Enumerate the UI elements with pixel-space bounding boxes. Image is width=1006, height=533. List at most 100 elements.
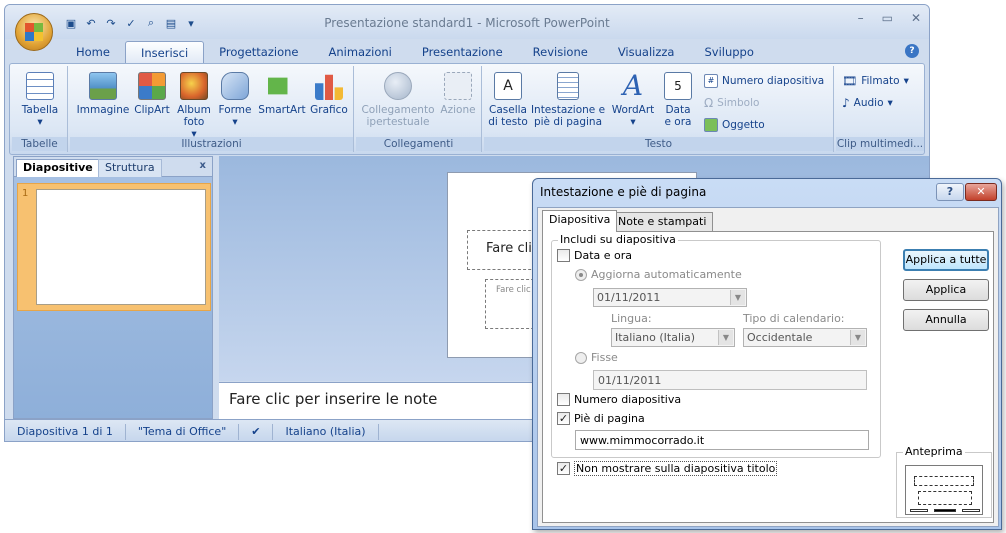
non-mostrare-label: Non mostrare sulla diapositiva titolo — [574, 461, 778, 476]
audio-button[interactable]: ♪ Audio ▾ — [842, 96, 893, 110]
pane-close-icon[interactable]: x — [200, 160, 206, 171]
tabella-label: Tabella — [21, 104, 59, 116]
clipart-label: ClipArt — [134, 104, 170, 116]
slide-thumbnail[interactable] — [36, 189, 206, 305]
object-icon — [704, 118, 718, 132]
calendario-dropdown[interactable]: Occidentale ▼ — [743, 328, 867, 347]
footer-text-field[interactable]: www.mimmocorrado.it — [575, 430, 869, 450]
lingua-dropdown[interactable]: Italiano (Italia) ▼ — [611, 328, 735, 347]
annulla-button[interactable]: Annulla — [903, 309, 989, 331]
tab-diapositiva[interactable]: Diapositiva — [542, 210, 618, 232]
preview-title-placeholder — [914, 476, 974, 486]
wordart-button[interactable]: A WordArt ▾ — [608, 72, 658, 129]
radio-button-selected — [575, 268, 587, 281]
dialog-close-button[interactable]: ✕ — [965, 183, 997, 201]
data-ora-button[interactable]: 5 Data e ora — [660, 72, 696, 128]
preview-footer — [934, 509, 956, 512]
album-foto-button[interactable]: Album foto ▾ — [174, 72, 214, 140]
minimize-button[interactable]: – — [858, 11, 864, 25]
chevron-down-icon: ▼ — [850, 330, 865, 345]
slide-number-icon: # — [704, 74, 718, 88]
office-logo-icon — [25, 23, 43, 41]
fisse-label: Fisse — [591, 351, 618, 364]
slide-thumbnail-item[interactable]: 1 — [17, 183, 211, 311]
casella-testo-button[interactable]: A Casella di testo — [488, 72, 528, 128]
simbolo-label: Simbolo — [717, 97, 760, 109]
date-fixed-field[interactable]: 01/11/2011 — [593, 370, 867, 390]
group-label-collegamenti: Collegamenti — [356, 137, 481, 151]
wordart-label: WordArt — [611, 104, 655, 116]
filmato-button[interactable]: 🎞 Filmato ▾ — [842, 74, 909, 88]
filmato-label: Filmato — [861, 75, 900, 87]
spell-check-icon[interactable]: ✔ — [239, 423, 274, 440]
group-collegamenti: Collegamento ipertestuale Azione Collega… — [356, 66, 482, 152]
maximize-button[interactable]: ▭ — [882, 11, 893, 25]
applica-button[interactable]: Applica — [903, 279, 989, 301]
tab-inserisci[interactable]: Inserisci — [124, 41, 205, 65]
tab-struttura[interactable]: Struttura — [98, 159, 162, 177]
tab-diapositive[interactable]: Diapositive — [16, 159, 100, 177]
tab-presentazione[interactable]: Presentazione — [407, 41, 518, 65]
clipart-button[interactable]: ClipArt — [132, 72, 172, 116]
aggiorna-radio[interactable]: Aggiorna automaticamente — [575, 268, 742, 281]
group-clip-multimediali: 🎞 Filmato ▾ ♪ Audio ▾ Clip multimedi... — [836, 66, 924, 152]
clipart-icon — [138, 72, 166, 100]
tab-home[interactable]: Home — [61, 41, 125, 65]
audio-label: Audio — [853, 97, 884, 109]
status-theme[interactable]: "Tema di Office" — [126, 423, 240, 440]
tab-sviluppo[interactable]: Sviluppo — [689, 41, 768, 65]
non-mostrare-checkbox[interactable]: ✓ Non mostrare sulla diapositiva titolo — [557, 461, 778, 476]
tab-note-stampati[interactable]: Note e stampati — [611, 212, 714, 232]
office-button[interactable] — [15, 13, 53, 51]
smartart-label: SmartArt — [258, 104, 306, 116]
dialog-title: Intestazione e piè di pagina — [540, 185, 707, 199]
calendario-value: Occidentale — [747, 331, 813, 344]
chart-icon — [315, 74, 343, 100]
data-ora-checkbox[interactable]: Data e ora — [557, 249, 632, 262]
fisse-radio[interactable]: Fisse — [575, 351, 618, 364]
title-bar: ▣ ↶ ↷ ✓ ⌕ ▤ ▾ Presentazione standard1 - … — [5, 5, 929, 39]
oggetto-button[interactable]: Oggetto — [704, 118, 765, 132]
help-icon[interactable]: ? — [905, 44, 919, 58]
status-language[interactable]: Italiano (Italia) — [273, 423, 379, 440]
tabella-button[interactable]: Tabella ▾ — [16, 72, 64, 128]
photo-album-icon — [180, 72, 208, 100]
date-auto-dropdown[interactable]: 01/11/2011 ▼ — [593, 288, 747, 307]
simbolo-button[interactable]: Ω Simbolo — [704, 96, 759, 110]
data-ora-label: Data e ora — [574, 249, 633, 262]
immagine-button[interactable]: Immagine — [76, 72, 130, 116]
forme-label: Forme — [218, 104, 252, 116]
radio-button — [575, 351, 587, 364]
preview-date-footer — [910, 509, 928, 512]
oggetto-label: Oggetto — [722, 119, 765, 131]
checkmark-icon: ✓ — [557, 412, 570, 425]
collegamento-button[interactable]: Collegamento ipertestuale — [360, 72, 436, 128]
tab-progettazione[interactable]: Progettazione — [204, 41, 313, 65]
intestazione-button[interactable]: Intestazione e piè di pagina — [530, 72, 606, 128]
applica-a-tutte-button[interactable]: Applica a tutte — [903, 249, 989, 271]
intestazione-label-line2: piè di pagina — [533, 116, 603, 128]
dropdown-arrow-icon: ▾ — [903, 75, 909, 87]
hyperlink-icon — [384, 72, 412, 100]
preview-body-placeholder — [918, 491, 972, 505]
tab-revisione[interactable]: Revisione — [518, 41, 603, 65]
pie-pagina-checkbox[interactable]: ✓ Piè di pagina — [557, 412, 645, 425]
numero-diapositiva-label: Numero diapositiva — [574, 393, 682, 406]
window-title: Presentazione standard1 - Microsoft Powe… — [324, 16, 610, 30]
numero-diapositiva-checkbox[interactable]: Numero diapositiva — [557, 393, 681, 406]
tab-animazioni[interactable]: Animazioni — [313, 41, 406, 65]
azione-button[interactable]: Azione — [438, 72, 478, 116]
smartart-icon — [268, 77, 296, 95]
chevron-down-icon: ▼ — [730, 290, 745, 305]
header-footer-dialog: Intestazione e piè di pagina ? ✕ Diaposi… — [532, 178, 1002, 530]
picture-icon — [89, 72, 117, 100]
numero-diapositiva-button[interactable]: # Numero diapositiva — [704, 74, 824, 88]
pane-tabs: Diapositive Struttura x — [14, 157, 212, 177]
casella-label: Casella — [489, 104, 527, 116]
smartart-button[interactable]: SmartArt — [258, 72, 306, 116]
forme-button[interactable]: Forme ▾ — [216, 72, 254, 128]
close-button[interactable]: ✕ — [911, 11, 921, 25]
grafico-button[interactable]: Grafico — [308, 72, 350, 116]
dialog-help-button[interactable]: ? — [936, 183, 964, 201]
tab-visualizza[interactable]: Visualizza — [603, 41, 690, 65]
